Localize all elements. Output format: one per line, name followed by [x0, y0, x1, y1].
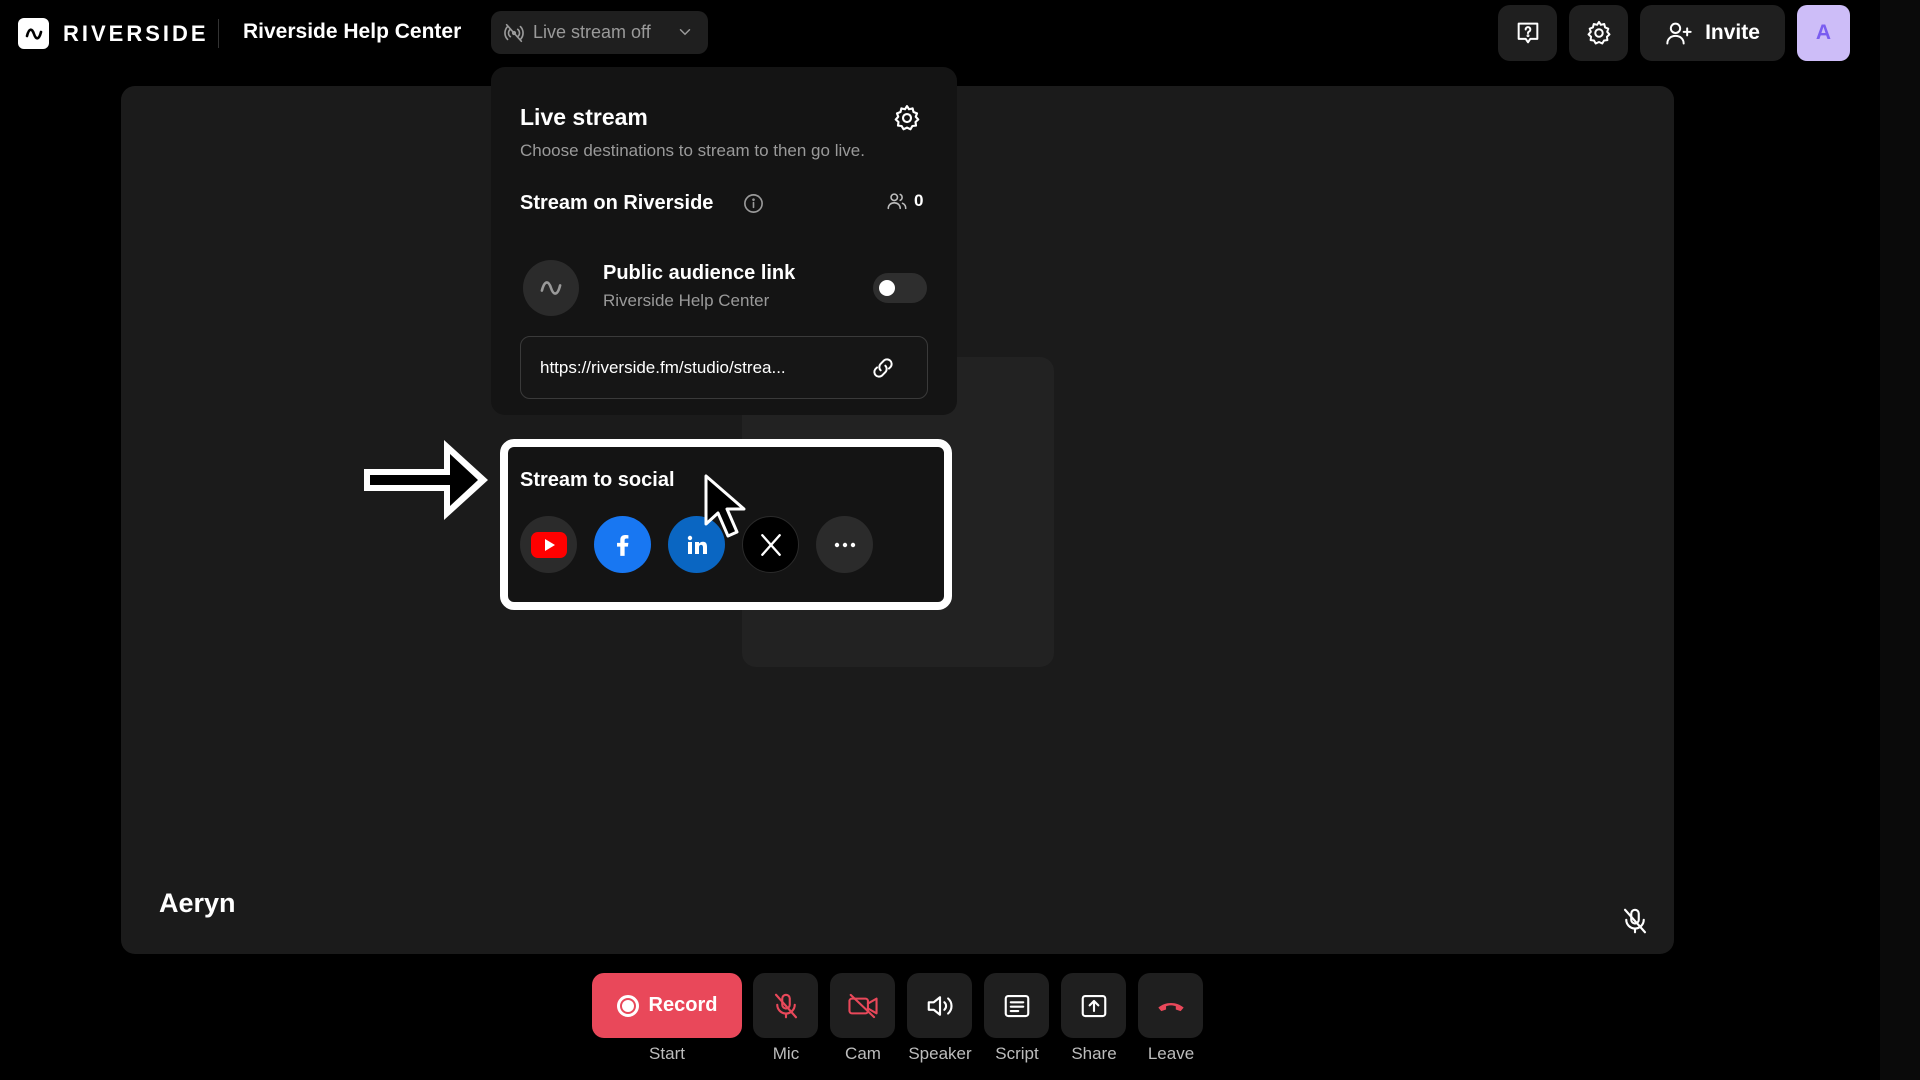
avatar[interactable]: A [1797, 5, 1850, 61]
stream-url-field[interactable]: https://riverside.fm/studio/strea... [520, 336, 928, 399]
chevron-down-icon [679, 29, 691, 36]
info-icon[interactable] [742, 192, 765, 215]
record-label: Record [648, 994, 718, 1016]
add-user-icon [1666, 22, 1692, 45]
live-stream-status: Live stream off [533, 22, 651, 42]
more-icon [834, 542, 855, 547]
top-bar: RIVERSIDE Riverside Help Center Live str… [0, 0, 1920, 66]
riverside-wave-icon [540, 281, 562, 295]
invite-button[interactable]: Invite [1640, 5, 1785, 61]
record-button[interactable]: Record [592, 973, 742, 1038]
record-icon [616, 994, 639, 1017]
hang-up-icon [1157, 1002, 1184, 1011]
x-icon [760, 533, 781, 556]
right-edge [1880, 0, 1920, 1080]
panel-title: Live stream [520, 104, 648, 130]
social-destinations [520, 516, 873, 573]
settings-button[interactable] [1569, 5, 1628, 61]
mic-off-icon [774, 993, 797, 1018]
top-actions: Invite A [1498, 5, 1850, 61]
audience-link-subtitle: Riverside Help Center [603, 291, 770, 310]
audience-link-title: Public audience link [603, 262, 796, 284]
youtube-button[interactable] [520, 516, 577, 573]
live-stream-dropdown[interactable]: Live stream off [491, 11, 708, 54]
riverside-avatar [523, 260, 579, 316]
pointer-arrow-icon [364, 440, 488, 520]
riverside-logo-icon [18, 18, 49, 49]
toggle-knob [879, 280, 895, 296]
script-button[interactable] [984, 973, 1049, 1038]
x-button[interactable] [742, 516, 799, 573]
mic-muted-icon [1623, 908, 1647, 934]
viewer-count: 0 [886, 190, 923, 212]
more-destinations-button[interactable] [816, 516, 873, 573]
stream-settings-gear-icon[interactable] [892, 103, 922, 133]
share-screen-icon [1081, 994, 1106, 1017]
help-button[interactable] [1498, 5, 1557, 61]
share-button[interactable] [1061, 973, 1126, 1038]
youtube-icon [530, 531, 567, 558]
stream-url: https://riverside.fm/studio/strea... [540, 358, 786, 377]
brand-wordmark: RIVERSIDE [63, 20, 209, 46]
copy-link-icon[interactable] [869, 354, 897, 382]
start-label: Start [649, 1044, 685, 1063]
facebook-icon [616, 534, 628, 556]
brand[interactable]: RIVERSIDE [18, 18, 209, 49]
script-icon [1004, 994, 1029, 1017]
stream-on-riverside-label: Stream on Riverside [520, 192, 714, 214]
panel-subtitle: Choose destinations to stream to then go… [520, 141, 865, 160]
viewers-icon [887, 193, 907, 210]
leave-button[interactable] [1138, 973, 1203, 1038]
viewer-count-value: 0 [914, 191, 924, 210]
leave-label: Leave [1147, 1044, 1195, 1063]
divider [218, 19, 219, 48]
invite-label: Invite [1705, 21, 1760, 44]
mouse-cursor-icon [704, 474, 746, 538]
speaker-button[interactable] [907, 973, 972, 1038]
cam-button[interactable] [830, 973, 895, 1038]
speaker-icon [927, 995, 952, 1016]
broadcast-off-icon [504, 23, 524, 42]
public-link-toggle[interactable] [873, 273, 927, 303]
help-chat-icon [1517, 22, 1538, 44]
mic-button[interactable] [753, 973, 818, 1038]
studio-name: Riverside Help Center [243, 20, 462, 43]
camera-off-icon [847, 993, 878, 1018]
facebook-button[interactable] [594, 516, 651, 573]
gear-icon [1587, 20, 1610, 45]
stream-to-social-title: Stream to social [520, 469, 675, 491]
participant-name: Aeryn [159, 888, 236, 918]
